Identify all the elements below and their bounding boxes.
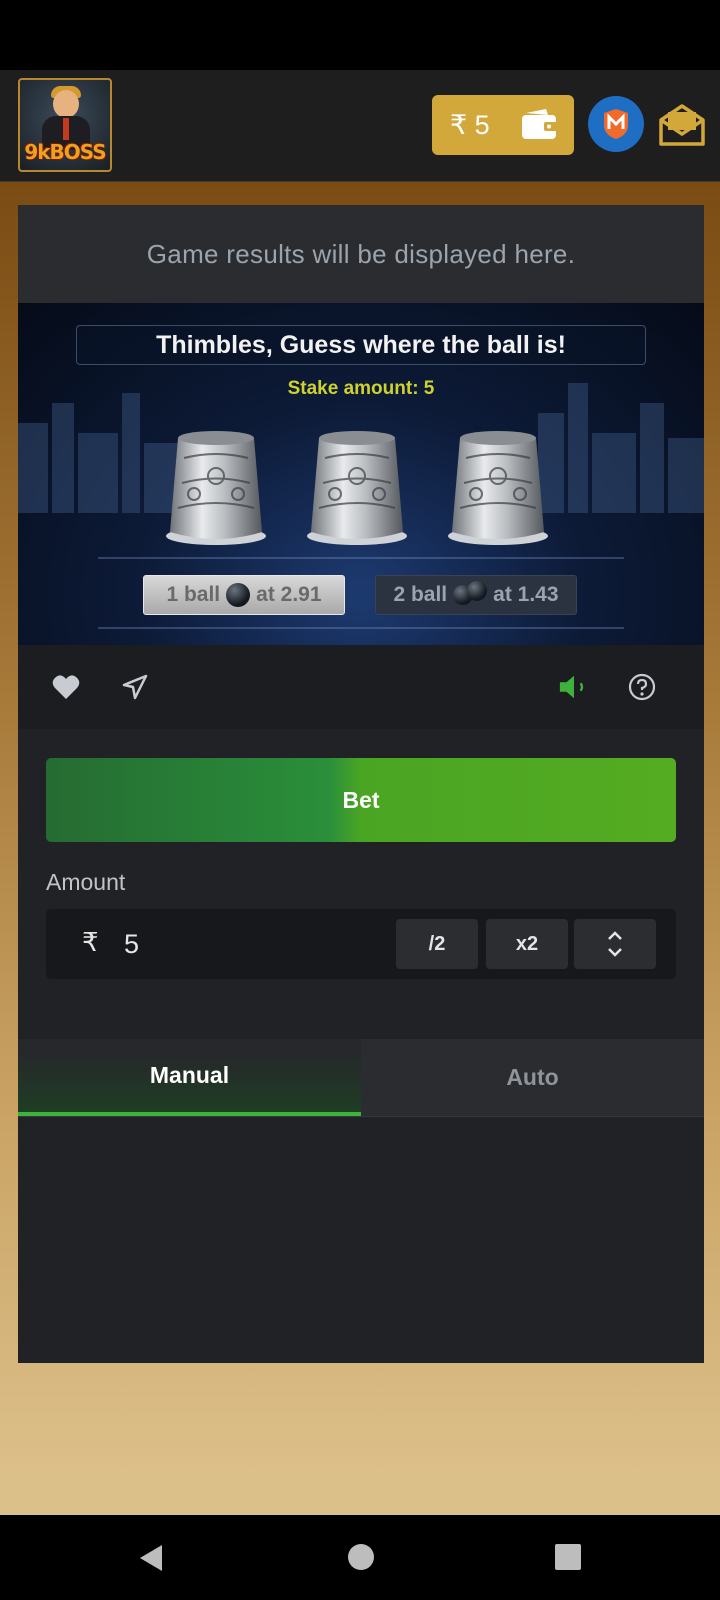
results-text: Game results will be displayed here. bbox=[146, 238, 576, 269]
recents-icon[interactable] bbox=[554, 1543, 582, 1571]
volume-icon[interactable] bbox=[558, 671, 590, 703]
floor-line bbox=[98, 627, 624, 629]
option-one-ball-odds: at 2.91 bbox=[256, 583, 322, 606]
mail-open-icon[interactable] bbox=[658, 100, 706, 148]
help-icon[interactable] bbox=[626, 671, 658, 703]
wallet-icon bbox=[522, 109, 558, 139]
balance-amount: ₹ 5 bbox=[450, 109, 490, 140]
logo-tie bbox=[63, 118, 69, 140]
logo-text: 9kBOSS bbox=[24, 140, 106, 164]
game-title: Thimbles, Guess where the ball is! bbox=[76, 325, 646, 365]
m-shield-icon bbox=[604, 109, 628, 139]
floor-line bbox=[98, 557, 624, 559]
android-nav-bar bbox=[0, 1515, 720, 1600]
tab-manual[interactable]: Manual bbox=[18, 1039, 361, 1116]
tab-auto[interactable]: Auto bbox=[361, 1039, 704, 1116]
chevron-up-down-icon bbox=[608, 931, 622, 957]
wallet-balance-button[interactable]: ₹ 5 bbox=[432, 95, 574, 155]
option-two-balls[interactable]: 2 ball at 1.43 bbox=[375, 575, 577, 615]
option-one-ball[interactable]: 1 ball at 2.91 bbox=[143, 575, 345, 615]
thimble-left[interactable] bbox=[164, 428, 268, 546]
game-panel: Game results will be displayed here. Thi… bbox=[18, 205, 704, 1363]
results-bar: Game results will be displayed here. bbox=[18, 205, 704, 303]
option-two-balls-label: 2 ball bbox=[393, 583, 448, 606]
game-canvas[interactable]: Thimbles, Guess where the ball is! Stake… bbox=[18, 303, 704, 645]
ball-icon bbox=[226, 583, 251, 607]
amount-stepper-button[interactable] bbox=[574, 919, 656, 969]
m-badge-icon[interactable] bbox=[588, 96, 644, 152]
heart-icon[interactable] bbox=[50, 671, 82, 703]
double-amount-button[interactable]: x2 bbox=[486, 919, 568, 969]
thimble-center[interactable] bbox=[305, 428, 409, 546]
mode-tabs: Manual Auto bbox=[18, 1039, 704, 1117]
amount-field-row: ₹ /2 x2 bbox=[46, 909, 676, 979]
game-toolbar bbox=[18, 645, 704, 729]
stake-amount: Stake amount: 5 bbox=[287, 378, 435, 399]
back-icon[interactable] bbox=[136, 1543, 166, 1573]
amount-input[interactable] bbox=[124, 923, 324, 965]
amount-label: Amount bbox=[46, 869, 126, 895]
logo-face bbox=[53, 90, 79, 118]
bet-button[interactable]: Bet bbox=[46, 758, 676, 842]
app-header: 9kBOSS ₹ 5 bbox=[0, 70, 720, 182]
game-title-text: Thimbles, Guess where the ball is! bbox=[156, 330, 566, 359]
currency-symbol: ₹ bbox=[82, 927, 99, 957]
option-two-balls-odds: at 1.43 bbox=[493, 583, 559, 606]
send-icon[interactable] bbox=[119, 671, 151, 703]
option-one-ball-label: 1 ball bbox=[166, 583, 221, 606]
halve-amount-button[interactable]: /2 bbox=[396, 919, 478, 969]
home-icon[interactable] bbox=[347, 1543, 375, 1571]
thimble-right[interactable] bbox=[446, 428, 550, 546]
status-bar bbox=[0, 0, 720, 70]
brand-logo[interactable]: 9kBOSS bbox=[18, 78, 112, 172]
two-balls-icon bbox=[453, 581, 488, 605]
